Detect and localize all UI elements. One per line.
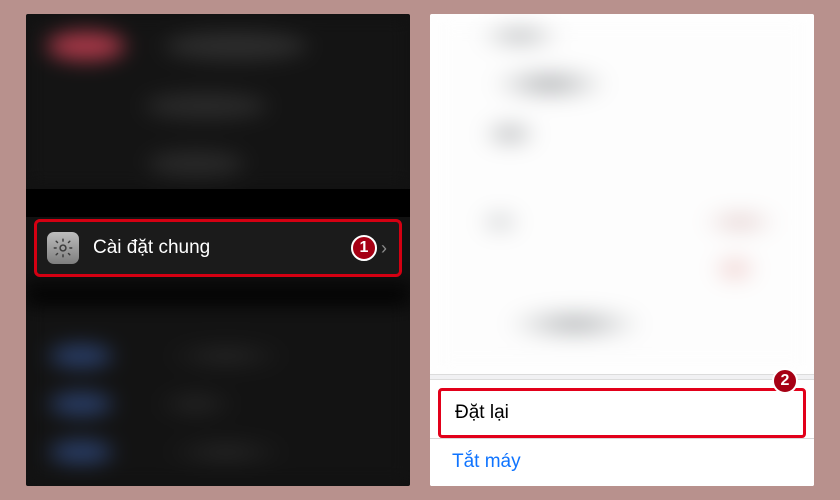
reset-label: Đặt lại [455, 402, 509, 424]
section-gap [26, 189, 410, 217]
settings-dark-panel: Cài đặt chung › 1 [26, 14, 410, 486]
bottom-actions: Đặt lại Tắt máy [430, 380, 814, 486]
shutdown-row[interactable]: Tắt máy [430, 439, 814, 485]
general-light-panel: Đặt lại Tắt máy 2 [430, 14, 814, 486]
step-badge-2: 2 [772, 368, 798, 394]
step-badge-1: 1 [351, 235, 377, 261]
general-settings-row[interactable]: Cài đặt chung › [34, 219, 402, 277]
blurred-settings-lower [26, 286, 410, 486]
gear-icon [47, 232, 79, 264]
general-settings-label: Cài đặt chung [93, 237, 381, 259]
chevron-right-icon: › [381, 238, 387, 259]
blurred-settings-upper [26, 14, 410, 189]
reset-row[interactable]: Đặt lại [438, 388, 806, 438]
instruction-panels: Cài đặt chung › 1 Đặt lại Tắt máy 2 [0, 0, 840, 500]
blurred-general-upper [430, 14, 814, 374]
shutdown-label: Tắt máy [452, 451, 521, 473]
